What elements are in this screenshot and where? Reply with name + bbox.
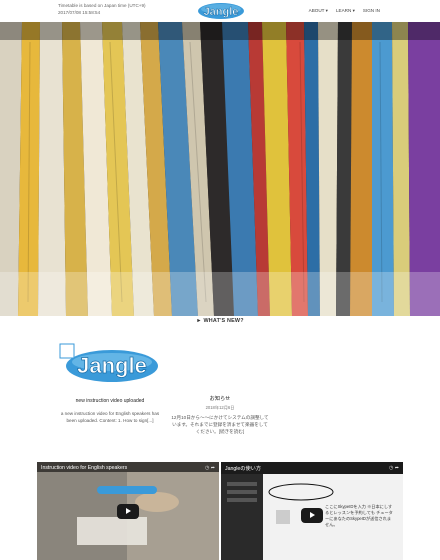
logo-text: Jangle — [204, 6, 239, 18]
video-2-note: ここにSkypeIDを入力 ※日本にしするとレッスンを予約しても チューターにあ… — [325, 504, 393, 527]
news-jangle-logo: Jangle — [59, 343, 158, 382]
video-player-english[interactable]: Instruction video for English speakers ◷… — [37, 462, 219, 560]
news-1-body: a new instruction video for English spea… — [60, 411, 160, 423]
news-2-body: 12月10日から〜〜にかけてシステムの調整しています。それまでに登録を済ませて楽… — [171, 415, 269, 434]
share-icon[interactable]: ➦ — [211, 465, 215, 471]
share-icon[interactable]: ➦ — [395, 465, 399, 471]
news-1-title[interactable]: new instruction video uploaded — [30, 398, 190, 404]
video-player-japanese[interactable]: Jangleの使い方 ここにSkypeIDを入力 ※日本にしするとレッスンを予約… — [221, 462, 403, 560]
jangle-logo[interactable]: Jangle — [197, 2, 245, 20]
site-header: Timetable is based on Japan time (UTC+9)… — [0, 0, 440, 22]
news-2-date: 2018年12月6日 — [205, 405, 235, 410]
timezone-note: Timetable is based on Japan time (UTC+9) — [58, 3, 146, 8]
current-datetime: 2017/07/08 15:58:54 — [58, 9, 101, 15]
main-nav: ABOUT ▾ LEARN ▾ SIGN IN — [309, 8, 380, 14]
nav-sign-in[interactable]: SIGN IN — [363, 8, 380, 14]
news-2-title[interactable]: お知らせ — [170, 395, 270, 402]
video-1-title: Instruction video for English speakers — [41, 465, 128, 471]
timezone-info: Timetable is based on Japan time (UTC+9)… — [58, 3, 146, 16]
nav-about[interactable]: ABOUT ▾ — [309, 8, 328, 14]
hero-bookshelf-image — [0, 22, 440, 316]
video-2-icons: ◷ ➦ — [389, 465, 399, 471]
video-1-icons: ◷ ➦ — [205, 465, 215, 471]
video-2-title: Jangleの使い方 — [225, 466, 262, 472]
video-1-play-button[interactable] — [117, 504, 139, 519]
video-2-play-button[interactable] — [301, 508, 323, 523]
clock-icon[interactable]: ◷ — [205, 465, 209, 471]
news-logo-text: Jangle — [77, 353, 147, 378]
whats-new-heading[interactable]: ► WHAT'S NEW? — [0, 318, 440, 324]
clock-icon[interactable]: ◷ — [389, 465, 393, 471]
nav-learn[interactable]: LEARN ▾ — [336, 8, 355, 14]
bookshelf-illustration — [0, 22, 440, 316]
